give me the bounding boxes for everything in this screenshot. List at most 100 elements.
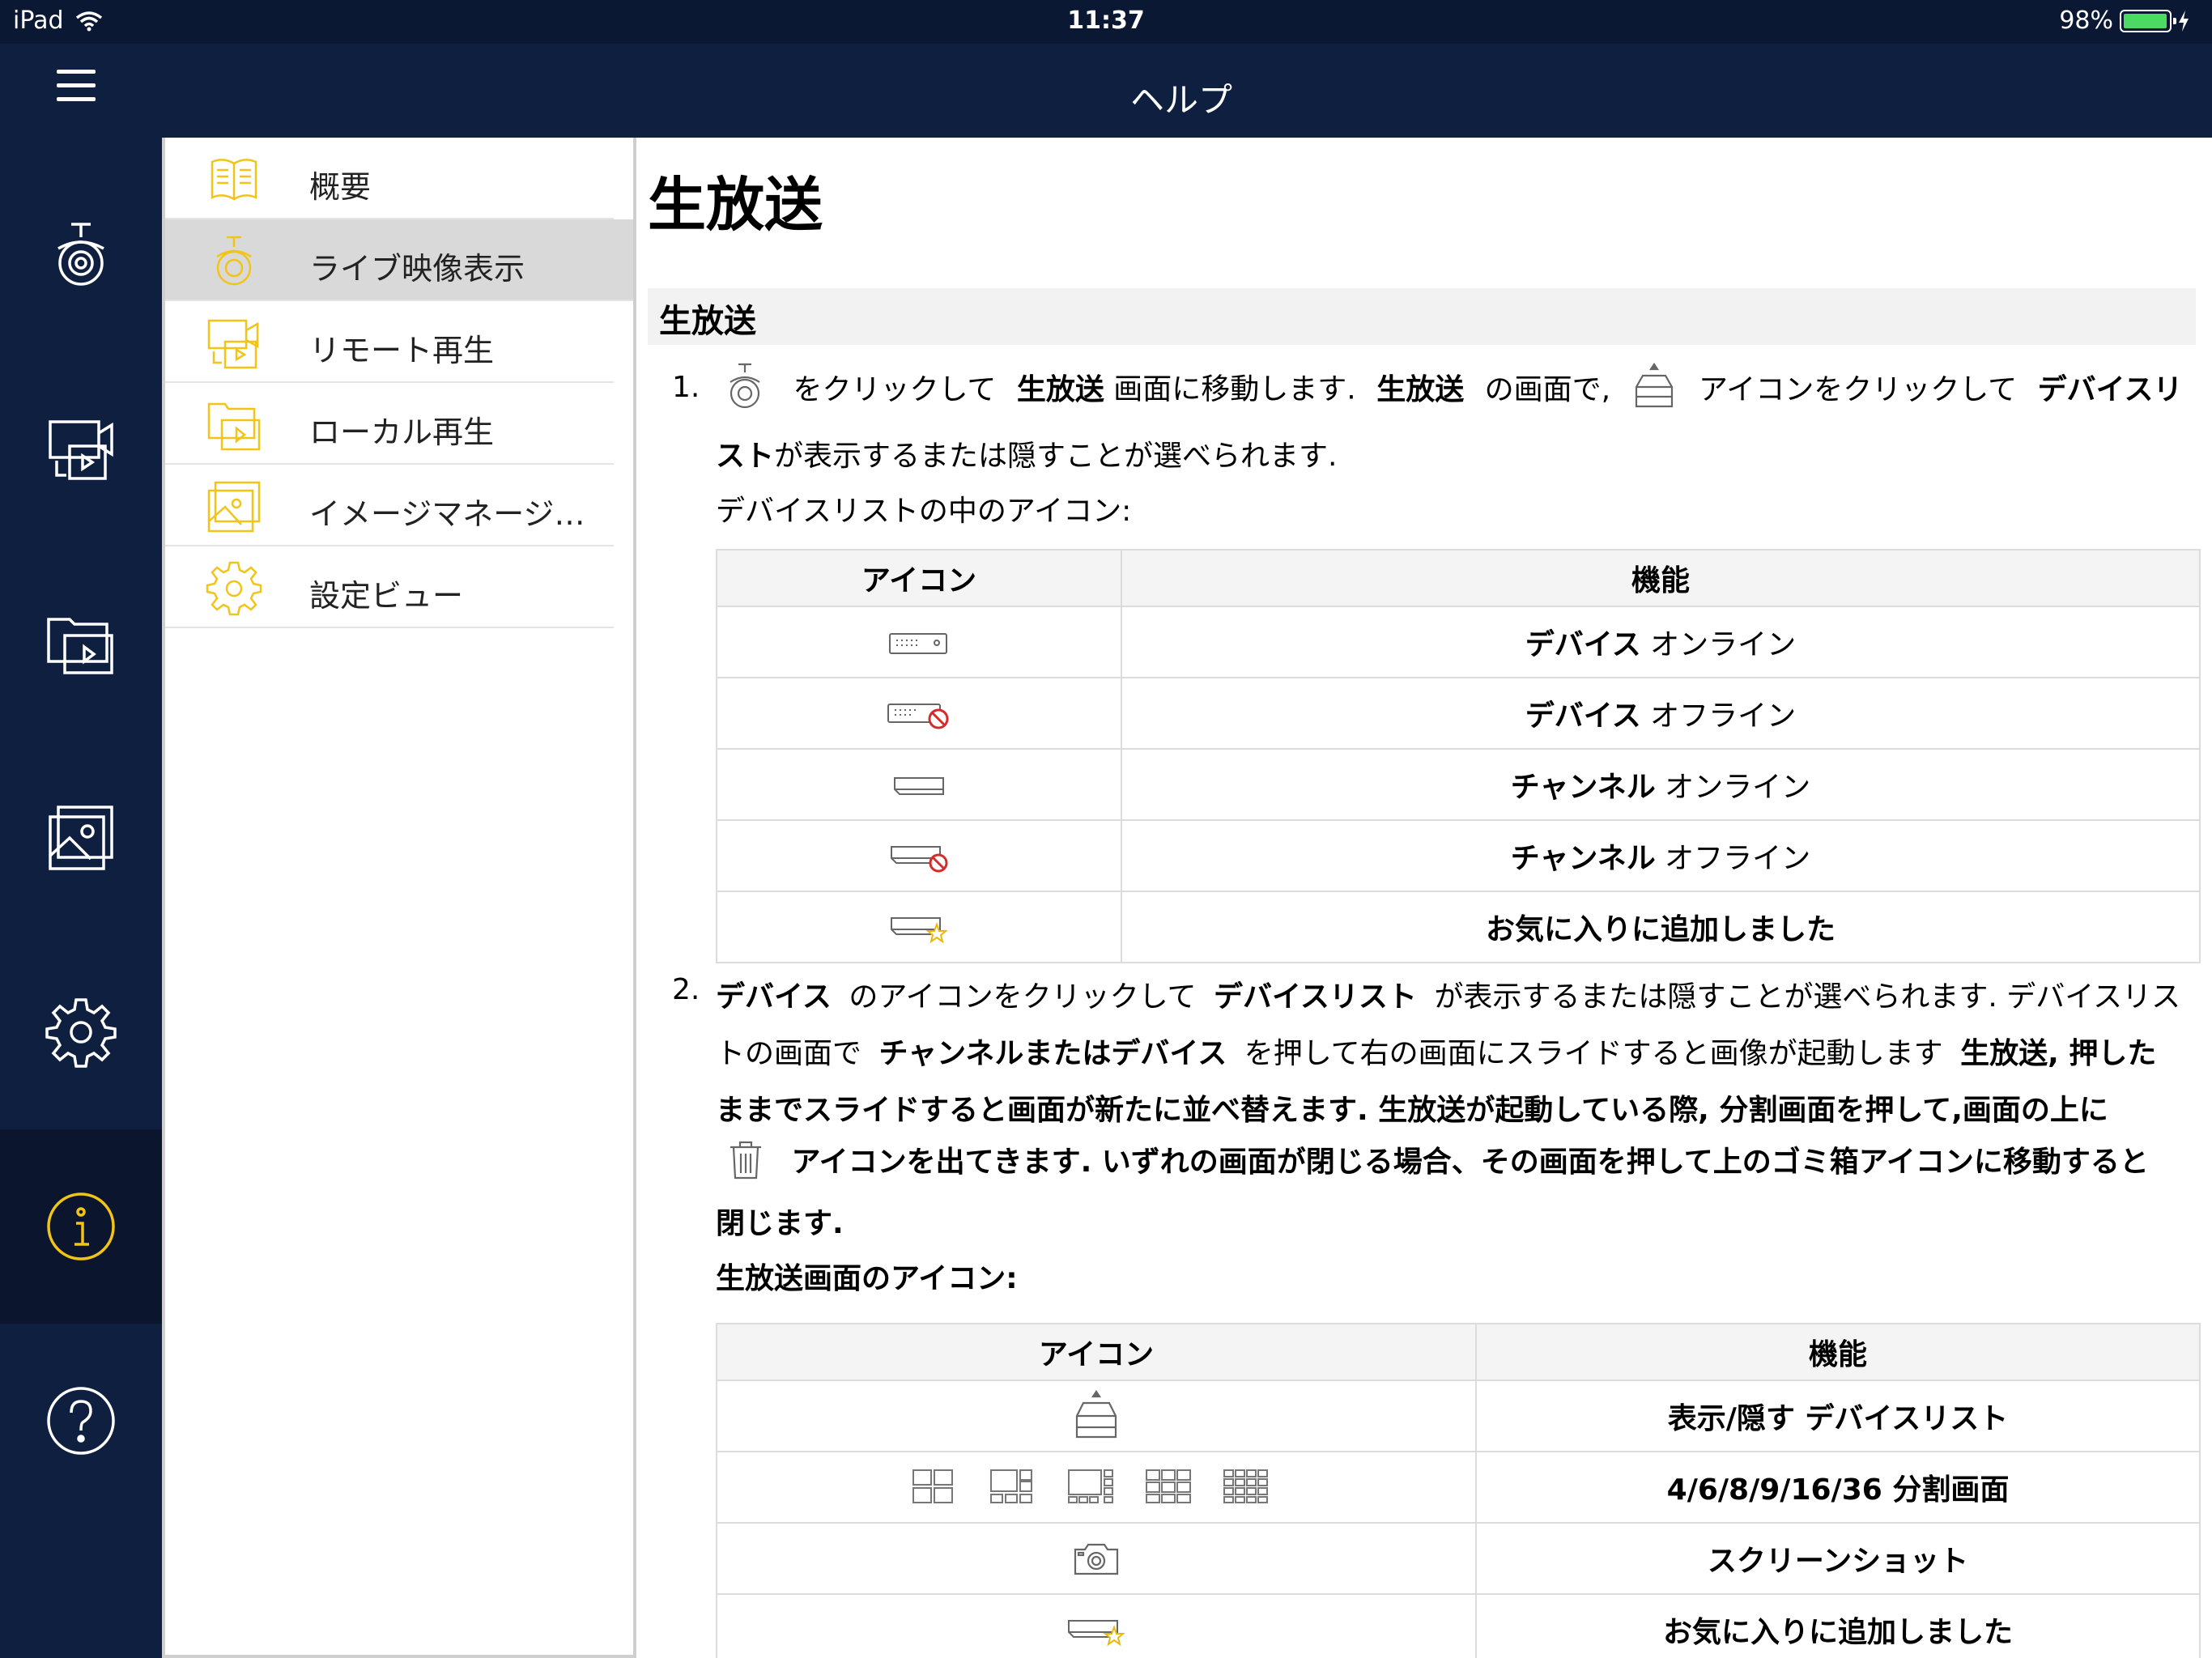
table-header-cell: 機能	[1121, 549, 2201, 607]
book-icon	[204, 151, 264, 207]
text-bold: デバイスリ	[2037, 372, 2183, 406]
menu-item-label: イメージマネージ…	[309, 496, 585, 532]
step2-line4: アイコンを出てきます. いずれの画面が閉じる場合、その画面を押して上のゴミ箱アイ…	[727, 1138, 2149, 1188]
device-offline-icon	[887, 704, 949, 729]
charging-bolt-icon	[2179, 10, 2189, 32]
settings-icon	[45, 998, 117, 1068]
step-number: 1.	[672, 371, 700, 404]
text: の画面で,	[1484, 372, 1611, 406]
table-cell-icon	[716, 748, 1122, 821]
camera-icon	[721, 361, 769, 420]
image-icon	[204, 478, 264, 534]
info-icon	[47, 1192, 115, 1261]
text-bold: スト	[716, 440, 775, 473]
step1-line2: ストが表示するまたは隠すことが選べられます.	[716, 432, 1337, 474]
split-9-icon	[1146, 1469, 1191, 1503]
channel-favorite-icon	[891, 917, 948, 944]
menu-item-label: リモート再生	[309, 333, 495, 368]
menu-item-label: 設定ビュー	[309, 578, 464, 614]
text: 画面に移動します.	[1113, 372, 1356, 406]
rail-item-local-playback[interactable]	[0, 546, 162, 741]
page-title: ヘルプ	[1129, 80, 1232, 120]
device-online-icon	[889, 632, 947, 654]
text: オンライン	[1665, 771, 1811, 804]
clock: 11:37	[1067, 6, 1145, 35]
step2-line5: 閉じます.	[716, 1207, 844, 1240]
text: をクリックして	[793, 372, 997, 406]
table-cell-icon	[716, 891, 1122, 963]
step2-line1: デバイス のアイコンをクリックして デバイスリスト が表示するまたは隠すことが選…	[716, 973, 2180, 1015]
table-cell-icon	[716, 606, 1122, 678]
menu-item-local-playback[interactable]: ローカル再生	[165, 383, 614, 465]
step1-subheading: デバイスリストの中のアイコン:	[716, 495, 1132, 528]
table-cell-function: お気に入りに追加しました	[1121, 891, 2201, 963]
step2-line3: ままでスライドすると画面が新たに並べ替えます. 生放送が起動している際, 分割画…	[716, 1094, 2108, 1127]
channel-offline-icon	[891, 846, 948, 873]
text: が表示するまたは隠すことが選べられます. デバイスリス	[1434, 980, 2181, 1014]
text: のアイコンをクリックして	[849, 980, 1197, 1014]
text-bold: チャンネル	[1510, 771, 1656, 804]
table-cell-icon	[716, 1451, 1477, 1524]
text-bold: デバイス	[1525, 699, 1641, 733]
camera-icon	[204, 232, 264, 289]
device-list-toggle-icon	[1075, 1390, 1117, 1439]
text-bold: 生放送, 押した	[1960, 1037, 2157, 1070]
text-bold: チャンネル	[1510, 842, 1656, 875]
table-cell-function: デバイス オンライン	[1121, 606, 2201, 678]
content-title: 生放送	[648, 171, 823, 239]
table-cell-icon	[716, 677, 1122, 750]
status-right: 98%	[2059, 6, 2189, 35]
table-row: チャンネル オフライン	[716, 819, 2201, 892]
menu-item-settings-view[interactable]: 設定ビュー	[165, 546, 614, 628]
step2-subheading: 生放送画面のアイコン:	[716, 1262, 1018, 1295]
split-screen-icons	[912, 1469, 1268, 1503]
step2-line2: トの画面で チャンネルまたはデバイス を押して右の画面にスライドすると画像が起動…	[716, 1030, 2156, 1072]
split-8-icon	[1068, 1469, 1113, 1503]
battery-fill	[2124, 13, 2167, 28]
device-list-toggle-icon	[1631, 363, 1677, 419]
split-4-icon	[912, 1469, 953, 1503]
remote-playback-icon	[49, 420, 113, 480]
local-playback-icon	[47, 618, 113, 674]
nav-bar: ヘルプ	[0, 44, 2212, 138]
text-bold: 生放送	[1016, 372, 1104, 406]
text: オフライン	[1665, 842, 1811, 875]
menu-item-live-view[interactable]: ライブ映像表示	[165, 219, 633, 301]
table-header-cell: アイコン	[716, 1323, 1477, 1381]
local-playback-icon	[204, 396, 264, 453]
channel-favorite-icon	[1068, 1620, 1125, 1647]
table-row: チャンネル オンライン	[716, 748, 2201, 821]
rail-item-help[interactable]	[0, 1324, 162, 1518]
table-cell-icon	[716, 819, 1122, 892]
table-header-row: アイコン 機能	[716, 1323, 2201, 1381]
table-cell-function: チャンネル オンライン	[1121, 748, 2201, 821]
step1-line1: をクリックして 生放送 画面に移動します. 生放送 の画面で, アイコンをクリッ…	[721, 361, 2183, 420]
table-cell-function: デバイス オフライン	[1121, 677, 2201, 750]
table-row: デバイス オンライン	[716, 606, 2201, 678]
table-cell-function: チャンネル オフライン	[1121, 819, 2201, 892]
split-16-icon	[1223, 1469, 1268, 1503]
table-header-row: アイコン 機能	[716, 549, 2201, 607]
menu-item-label: 概要	[309, 169, 372, 205]
text-bold: チャンネルまたはデバイス	[878, 1037, 1227, 1070]
channel-online-icon	[894, 776, 944, 795]
live-camera-icon	[57, 223, 104, 286]
help-menu-panel: 概要 ライブ映像表示 リモート再生 ローカル再生 イメージマネージ… 設定ビュー	[162, 138, 636, 1658]
table-cell-icon	[716, 1522, 1477, 1595]
text-bold: アイコンを出てきます. いずれの画面が閉じる場合、その画面を押して上のゴミ箱アイ…	[791, 1146, 2149, 1179]
rail-item-live-view[interactable]	[0, 158, 162, 352]
menu-item-remote-playback[interactable]: リモート再生	[165, 301, 614, 383]
menu-item-overview[interactable]: 概要	[165, 138, 614, 219]
rail-item-info[interactable]	[0, 1129, 162, 1324]
device-list-icon-table: アイコン 機能 デバイス オンライン デバイス オフライン チャンネル オンライ…	[716, 549, 2201, 963]
rail-item-settings[interactable]	[0, 935, 162, 1129]
menu-item-label: ライブ映像表示	[309, 251, 525, 287]
table-row: デバイス オフライン	[716, 677, 2201, 750]
status-bar: iPad 11:37 98%	[0, 0, 2212, 44]
rail-item-remote-playback[interactable]	[0, 352, 162, 546]
text: トの画面で	[716, 1037, 862, 1070]
text: アイコンをクリックして	[1699, 372, 2018, 406]
rail-item-image-manager[interactable]	[0, 741, 162, 935]
menu-item-image-manager[interactable]: イメージマネージ…	[165, 465, 614, 546]
text-bold: デバイス	[716, 980, 832, 1014]
